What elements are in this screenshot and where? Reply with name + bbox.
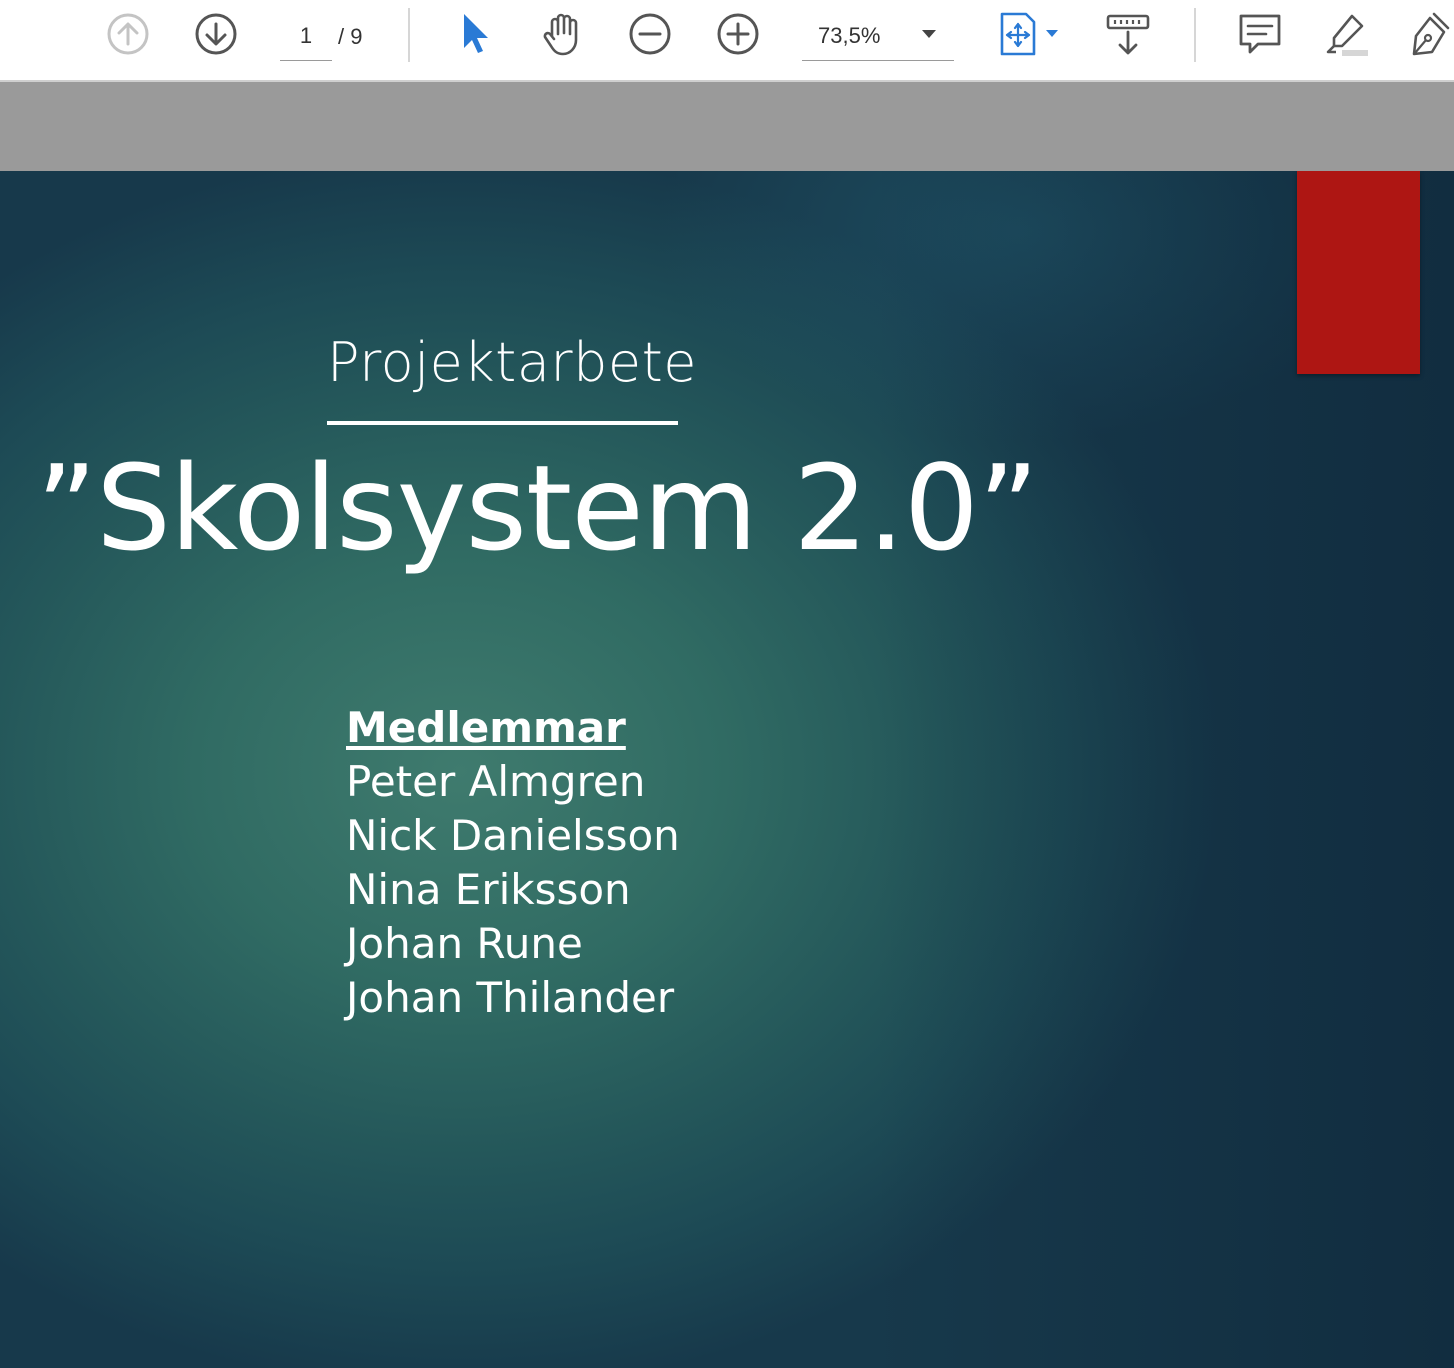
- pdf-toolbar: 1 / 9 73,5%: [0, 0, 1454, 82]
- zoom-level-value: 73,5%: [818, 23, 881, 48]
- scroll-mode-icon: [1106, 14, 1150, 55]
- member-name: Nick Danielsson: [346, 811, 680, 860]
- chevron-down-icon: [922, 30, 936, 38]
- scroll-mode-button[interactable]: [1104, 10, 1152, 58]
- zoom-level-select[interactable]: 73,5%: [802, 14, 954, 61]
- page-total-label: / 9: [338, 24, 363, 49]
- slide-title: ”Skolsystem 2.0”: [36, 439, 1039, 577]
- fit-page-button[interactable]: [996, 10, 1066, 58]
- highlighter-icon: [1326, 14, 1368, 56]
- pen-sign-icon: [1412, 12, 1450, 56]
- highlight-button[interactable]: [1322, 10, 1370, 58]
- comment-icon: [1239, 14, 1281, 54]
- next-page-button[interactable]: [192, 10, 240, 58]
- member-name: Nina Eriksson: [346, 865, 631, 914]
- select-tool-button[interactable]: [452, 10, 500, 58]
- minus-circle-icon: [629, 13, 671, 55]
- member-name: Johan Rune: [346, 919, 583, 968]
- previous-page-button[interactable]: [104, 10, 152, 58]
- members-heading: Medlemmar: [346, 703, 626, 752]
- slide-accent-tab: [1297, 171, 1420, 374]
- sign-button[interactable]: [1408, 10, 1454, 58]
- toolbar-divider: [408, 8, 410, 62]
- plus-circle-icon: [717, 13, 759, 55]
- member-name: Peter Almgren: [346, 757, 646, 806]
- cursor-arrow-icon: [464, 14, 488, 53]
- arrow-down-circle-icon: [195, 13, 237, 55]
- hand-tool-button[interactable]: [538, 10, 586, 58]
- members-list: Medlemmar Peter Almgren Nick Danielsson …: [346, 701, 680, 1025]
- page-number-input[interactable]: 1: [280, 14, 332, 61]
- slide-subtitle: Projektarbete: [327, 331, 698, 394]
- slide-page: Projektarbete ”Skolsystem 2.0” Medlemmar…: [0, 171, 1454, 1368]
- hand-icon: [543, 13, 578, 56]
- zoom-in-button[interactable]: [714, 10, 762, 58]
- member-name: Johan Thilander: [346, 973, 675, 1022]
- comment-button[interactable]: [1236, 10, 1284, 58]
- zoom-out-button[interactable]: [626, 10, 674, 58]
- subtitle-underline: [327, 421, 678, 425]
- arrow-up-circle-icon: [107, 13, 149, 55]
- fit-page-icon: [1000, 12, 1058, 56]
- slide-background: [0, 171, 1454, 1368]
- toolbar-divider: [1194, 8, 1196, 62]
